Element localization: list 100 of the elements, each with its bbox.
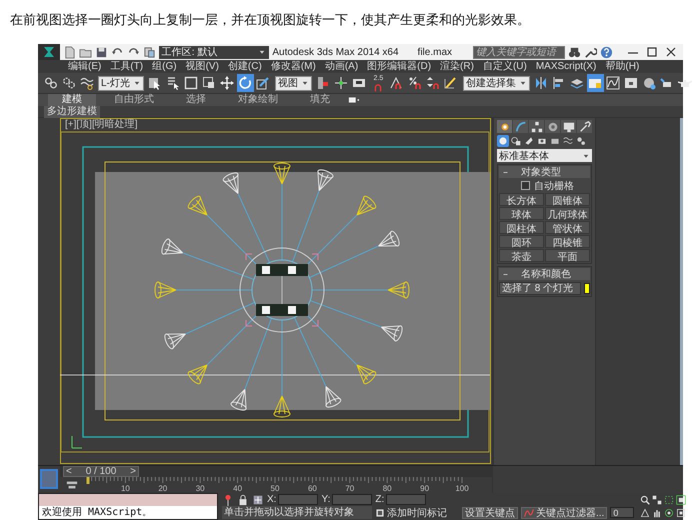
primitive-button[interactable]: 管状体 (545, 221, 590, 234)
menu-item[interactable]: 动画(A) (320, 60, 362, 73)
primitive-button[interactable]: 圆锥体 (545, 193, 590, 206)
z-coordinate-field[interactable] (386, 494, 426, 505)
percent-magnet-button[interactable] (406, 74, 424, 92)
folder-button[interactable] (586, 74, 604, 92)
rollout-header[interactable]: 对象类型 (499, 166, 590, 178)
curve-button[interactable] (604, 74, 622, 92)
menu-item[interactable]: 自定义(U) (478, 60, 531, 73)
time-tag-label[interactable]: 添加时间标记 (387, 506, 447, 520)
transform-mode-icon[interactable] (252, 494, 264, 506)
menu-item[interactable]: 渲染(R) (436, 60, 478, 73)
spotlight-cone[interactable] (274, 396, 290, 418)
viewport-layout-thumbnail[interactable] (40, 469, 58, 489)
toolbar-dropdown[interactable]: L-灯光 (98, 76, 144, 90)
category-button[interactable] (523, 135, 535, 147)
rollout-header[interactable]: 名称和颜色 (499, 268, 590, 280)
rollout-title: 名称和颜色 (521, 268, 571, 281)
ribbon-tab[interactable]: 填充 (296, 94, 344, 106)
curve-icon (524, 508, 534, 518)
ribbon-tab[interactable]: 建模 (48, 94, 96, 106)
menu-item[interactable]: 修改器(M) (266, 60, 320, 73)
ribbon-tab[interactable]: 自由形式 (100, 94, 168, 106)
menu-item[interactable]: 创建(C) (224, 60, 266, 73)
project-icon[interactable] (142, 46, 156, 58)
menu-item[interactable]: MAXScript(X) (532, 60, 600, 73)
zoom-all-icon[interactable] (652, 494, 662, 504)
color-swatch[interactable] (584, 282, 590, 294)
caret-icon (518, 79, 527, 87)
primitive-button[interactable]: 四棱锥 (545, 235, 590, 248)
binoculars-icon[interactable] (568, 46, 581, 58)
ribbon-tab[interactable]: 选择 (172, 94, 220, 106)
panel-tab[interactable] (545, 120, 560, 133)
primitive-button[interactable]: 几何球体 (545, 207, 590, 220)
toolbar-dropdown[interactable]: 创建选择集 (462, 76, 530, 90)
wrench-icon[interactable] (584, 46, 597, 58)
primitive-button[interactable]: 平面 (545, 249, 590, 262)
rotate-button[interactable] (236, 74, 254, 92)
ribbon-panel-tab[interactable]: 多边形建模 (44, 106, 100, 118)
primitive-button[interactable]: 长方体 (499, 193, 544, 206)
maximize-viewport-icon[interactable] (676, 508, 686, 518)
spinner-magnet-button[interactable] (424, 74, 442, 92)
category-button[interactable] (562, 135, 574, 147)
curve-icon (514, 120, 526, 132)
object-name-field[interactable]: 选择了 8 个灯光 (499, 282, 581, 294)
caret-icon (300, 79, 309, 87)
menu-item[interactable]: 图形编辑器(D) (363, 60, 436, 73)
save-icon[interactable] (94, 46, 108, 58)
lock-icon[interactable] (237, 494, 249, 506)
viewport-label[interactable]: [+][顶][明暗处理] (65, 119, 138, 131)
pan-icon[interactable] (652, 508, 662, 518)
panel-tab[interactable] (577, 120, 592, 133)
panel-tab[interactable] (529, 120, 544, 133)
spotlight-cone[interactable] (230, 388, 247, 411)
object-category-dropdown[interactable]: 标准基本体 (497, 149, 592, 162)
current-frame-marker[interactable] (86, 477, 90, 484)
move-button[interactable] (218, 74, 236, 92)
orbit-icon[interactable] (664, 508, 674, 518)
category-button[interactable] (510, 135, 522, 147)
ribbon-tab[interactable]: 对象绘制 (224, 94, 292, 106)
zoom-extents-all-icon[interactable] (676, 494, 686, 504)
caret-icon (258, 48, 266, 56)
menu-item[interactable]: 帮助(H) (601, 60, 644, 73)
menu-item[interactable]: 编辑(E) (64, 60, 106, 73)
frame-number: 60 (308, 484, 317, 493)
primitive-button[interactable]: 圆柱体 (499, 221, 544, 234)
time-tag-icon[interactable] (375, 508, 385, 518)
zoom-icon[interactable] (640, 494, 650, 504)
menu-item[interactable]: 工具(T) (106, 60, 148, 73)
zoom-extents-icon[interactable] (664, 494, 674, 504)
x-coordinate-field[interactable] (278, 494, 318, 505)
set-key-button[interactable]: 设置关键点 (462, 506, 518, 518)
primitive-button[interactable]: 圆环 (499, 235, 544, 248)
rectangle-button[interactable] (182, 74, 200, 92)
light-fixture-drawing[interactable] (240, 248, 324, 332)
menu-item[interactable]: 视图(V) (182, 60, 223, 73)
primitive-button[interactable]: 球体 (499, 207, 544, 220)
current-frame-field[interactable]: 0 (610, 507, 634, 518)
category-button[interactable] (575, 135, 587, 147)
spotlight-cone[interactable] (317, 169, 334, 192)
spotlight-cone[interactable] (274, 162, 290, 184)
key-filters-button[interactable]: 关键点过滤器... (521, 506, 608, 518)
maxscript-input-field[interactable] (39, 494, 217, 506)
application-logo[interactable] (38, 44, 60, 60)
help-icon[interactable] (600, 46, 613, 58)
time-slider-track[interactable]: < 0 / 100 > (60, 466, 492, 477)
manipulator-button[interactable] (332, 74, 350, 92)
category-button[interactable] (497, 135, 509, 147)
auto-grid-checkbox[interactable] (521, 181, 530, 190)
panel-tab[interactable] (561, 120, 576, 133)
track-bar-icon[interactable] (65, 479, 79, 491)
primitive-button[interactable]: 茶壶 (499, 249, 544, 262)
panel-tab[interactable] (497, 120, 512, 133)
y-coordinate-field[interactable] (332, 494, 372, 505)
field-of-view-icon[interactable] (640, 508, 650, 518)
time-slider-thumb[interactable]: < 0 / 100 > (63, 466, 139, 477)
menu-item[interactable]: 组(G) (148, 60, 181, 73)
workspace-dropdown[interactable]: 工作区: 默认 (158, 46, 270, 58)
scale-icon (256, 76, 270, 90)
toolbar-dropdown[interactable]: 视图 (274, 76, 312, 90)
